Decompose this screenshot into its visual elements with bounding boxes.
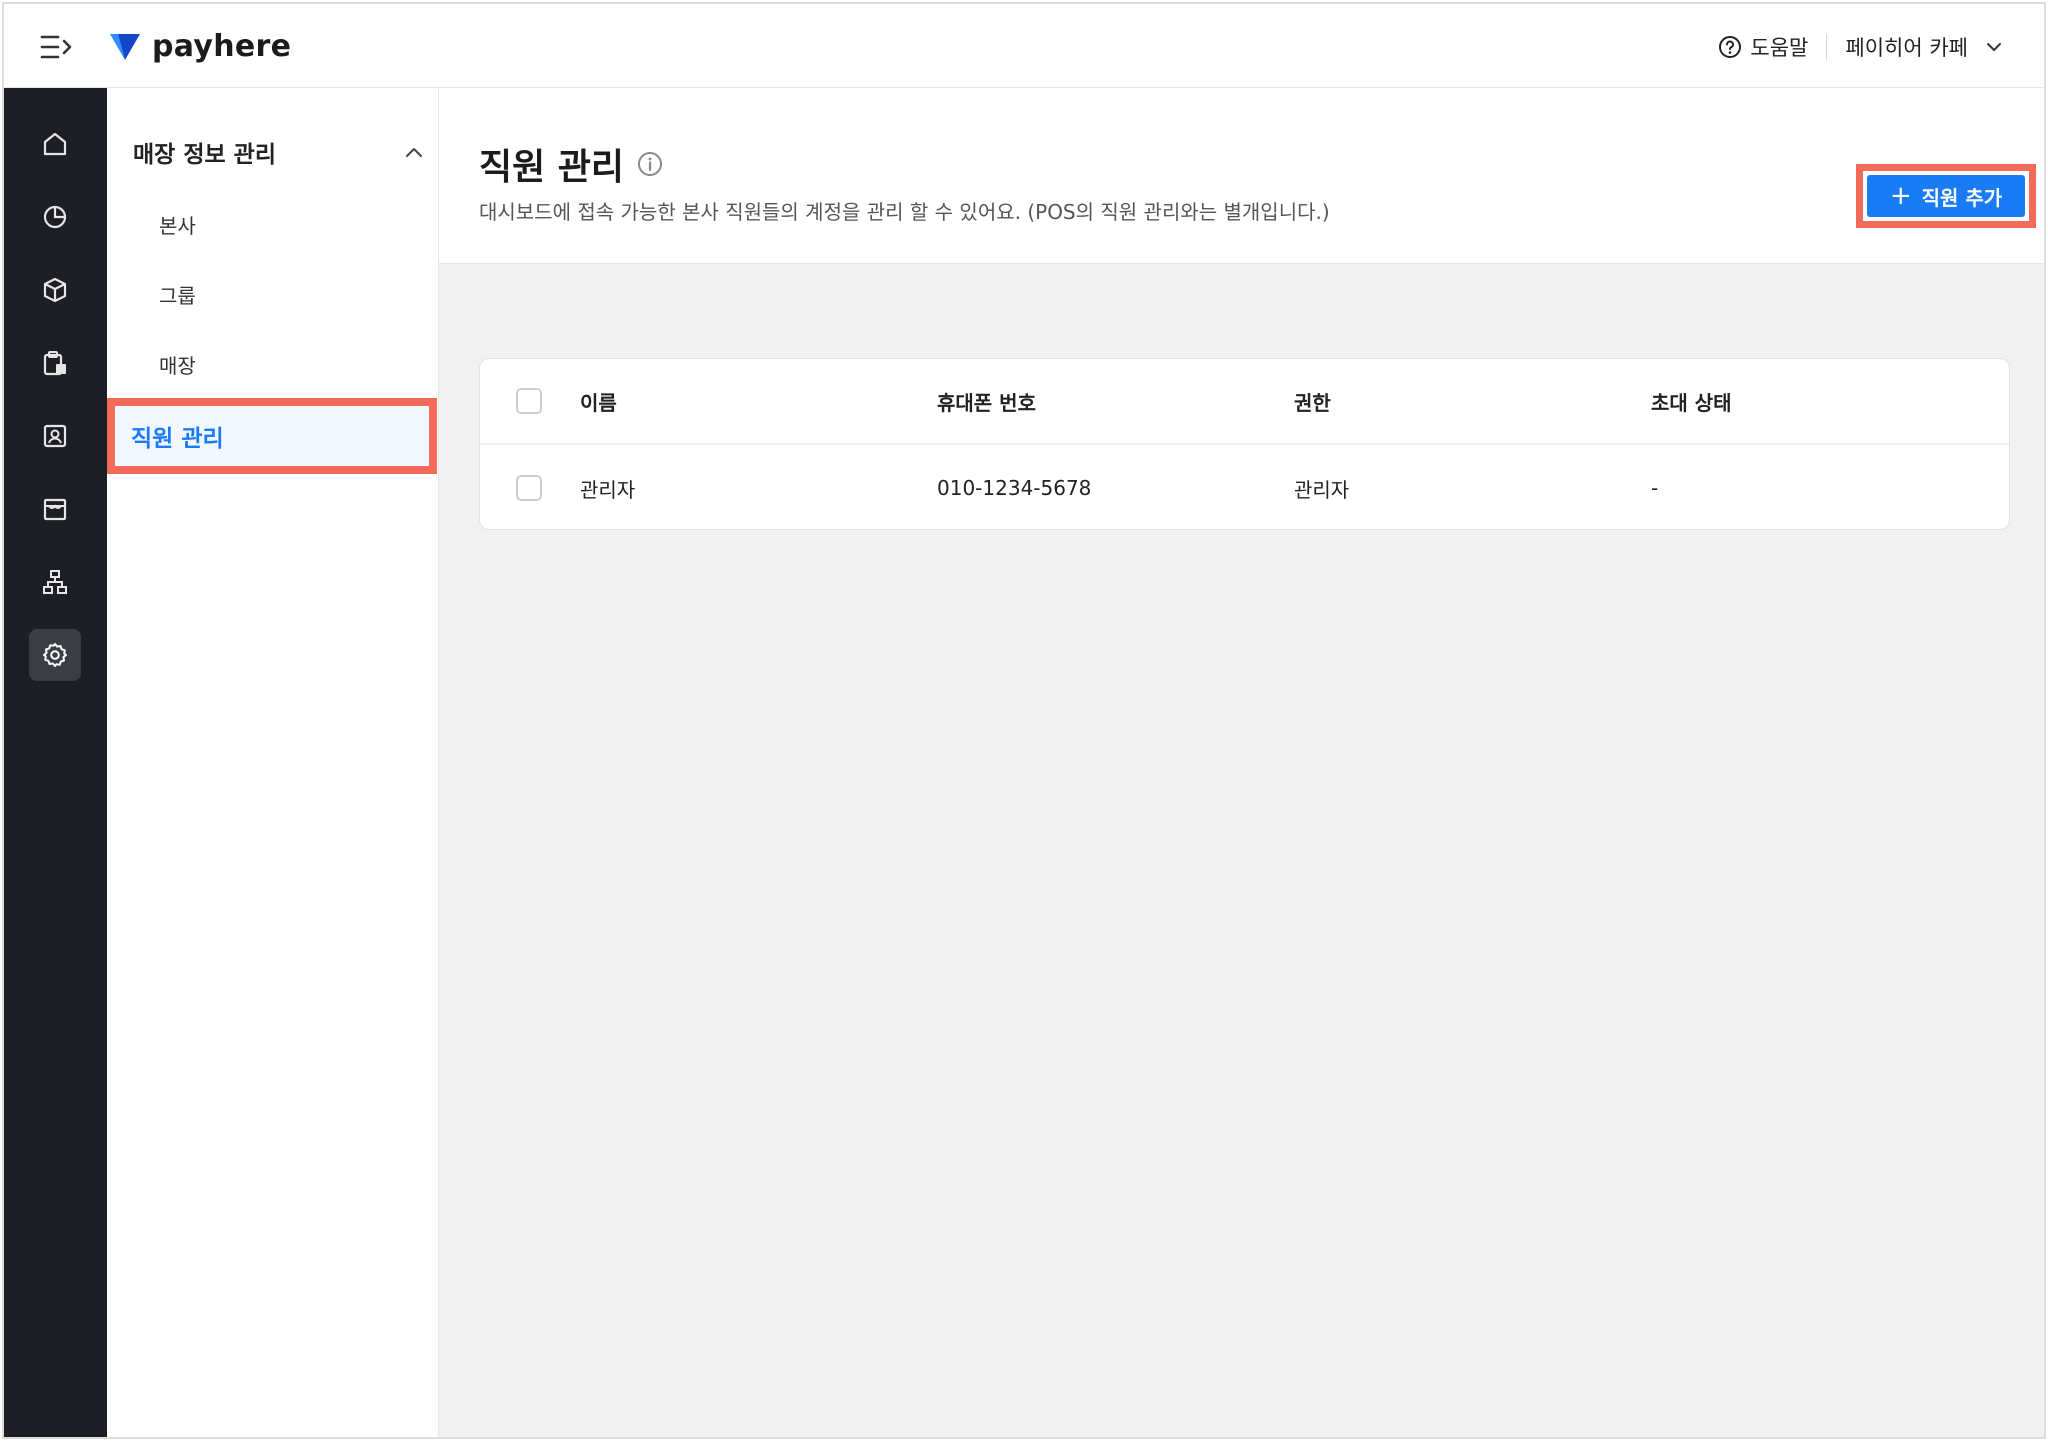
chevron-down-icon — [1987, 43, 2001, 51]
pie-chart-icon — [43, 205, 67, 229]
page-description: 대시보드에 접속 가능한 본사 직원들의 계정을 관리 할 수 있어요. (PO… — [479, 200, 1330, 224]
clipboard-icon — [43, 351, 66, 376]
plus-icon: + — [1889, 181, 1912, 211]
top-bar: payhere 도움말 페이히어 카페 — [4, 4, 2044, 88]
logo-text: payhere — [152, 28, 292, 64]
column-header-role: 권한 — [1294, 390, 1331, 415]
logo-mark-icon — [110, 34, 140, 60]
contact-icon — [43, 424, 67, 448]
column-header-name: 이름 — [580, 390, 617, 415]
info-icon[interactable] — [636, 150, 664, 178]
home-icon — [43, 132, 67, 156]
rail-products[interactable] — [29, 264, 81, 316]
table-row[interactable]: 관리자 010-1234-5678 관리자 - — [480, 445, 2009, 529]
column-header-phone: 휴대폰 번호 — [937, 390, 1036, 415]
org-chart-icon — [43, 570, 67, 594]
rail-home[interactable] — [29, 118, 81, 170]
subnav-group-store-info[interactable]: 매장 정보 관리 — [133, 132, 423, 172]
subnav-item-store[interactable]: 매장 — [159, 350, 196, 379]
add-staff-button[interactable]: + 직원 추가 — [1867, 175, 2025, 217]
subnav-highlight-box: 직원 관리 — [107, 398, 437, 474]
rail-organization[interactable] — [29, 556, 81, 608]
store-selector[interactable]: 페이히어 카페 — [1845, 32, 2002, 62]
subnav-active-label: 직원 관리 — [131, 426, 224, 452]
chevron-up-icon — [406, 148, 422, 157]
rail-store[interactable] — [29, 483, 81, 535]
gear-icon — [43, 643, 67, 667]
subnav-item-staff-management[interactable]: 직원 관리 — [115, 406, 429, 466]
rail-settings[interactable] — [29, 629, 81, 681]
rail-analytics[interactable] — [29, 191, 81, 243]
app-window: payhere 도움말 페이히어 카페 매장 정보 관리 본사 그룹 매장 직원… — [2, 2, 2046, 1439]
page-title: 직원 관리 — [479, 147, 625, 188]
main-content: 직원 관리 대시보드에 접속 가능한 본사 직원들의 계정을 관리 할 수 있어… — [439, 88, 2044, 1437]
store-name: 페이히어 카페 — [1845, 36, 1968, 60]
subnav-group-label: 매장 정보 관리 — [133, 142, 276, 168]
settings-subnav: 매장 정보 관리 본사 그룹 매장 직원 관리 — [107, 88, 439, 1437]
select-all-checkbox[interactable] — [516, 388, 542, 414]
add-staff-label: 직원 추가 — [1921, 185, 2003, 210]
cell-role: 관리자 — [1294, 477, 1350, 502]
cell-invite-status: - — [1651, 476, 1659, 500]
staff-table: 이름 휴대폰 번호 권한 초대 상태 관리자 010-1234-5678 관리자… — [479, 358, 2010, 530]
help-icon — [1719, 36, 1742, 58]
help-label: 도움말 — [1750, 36, 1809, 60]
store-icon — [43, 498, 67, 521]
icon-rail — [4, 88, 107, 1437]
table-header-row: 이름 휴대폰 번호 권한 초대 상태 — [480, 359, 2009, 445]
help-link[interactable]: 도움말 — [1718, 32, 1808, 62]
topbar-divider — [1826, 34, 1828, 60]
rail-inventory[interactable] — [29, 337, 81, 389]
box-icon — [43, 277, 67, 303]
row-checkbox[interactable] — [516, 475, 542, 501]
column-header-invite-status: 초대 상태 — [1651, 390, 1732, 415]
menu-toggle-icon[interactable] — [40, 32, 74, 62]
cell-name: 관리자 — [580, 477, 636, 502]
subnav-item-group[interactable]: 그룹 — [159, 280, 196, 309]
payhere-logo[interactable]: payhere — [108, 26, 291, 66]
cell-phone: 010-1234-5678 — [937, 476, 1092, 500]
add-button-highlight-box: + 직원 추가 — [1856, 164, 2036, 228]
rail-customers[interactable] — [29, 410, 81, 462]
subnav-item-headquarters[interactable]: 본사 — [159, 210, 196, 239]
page-header: 직원 관리 대시보드에 접속 가능한 본사 직원들의 계정을 관리 할 수 있어… — [439, 88, 2044, 264]
